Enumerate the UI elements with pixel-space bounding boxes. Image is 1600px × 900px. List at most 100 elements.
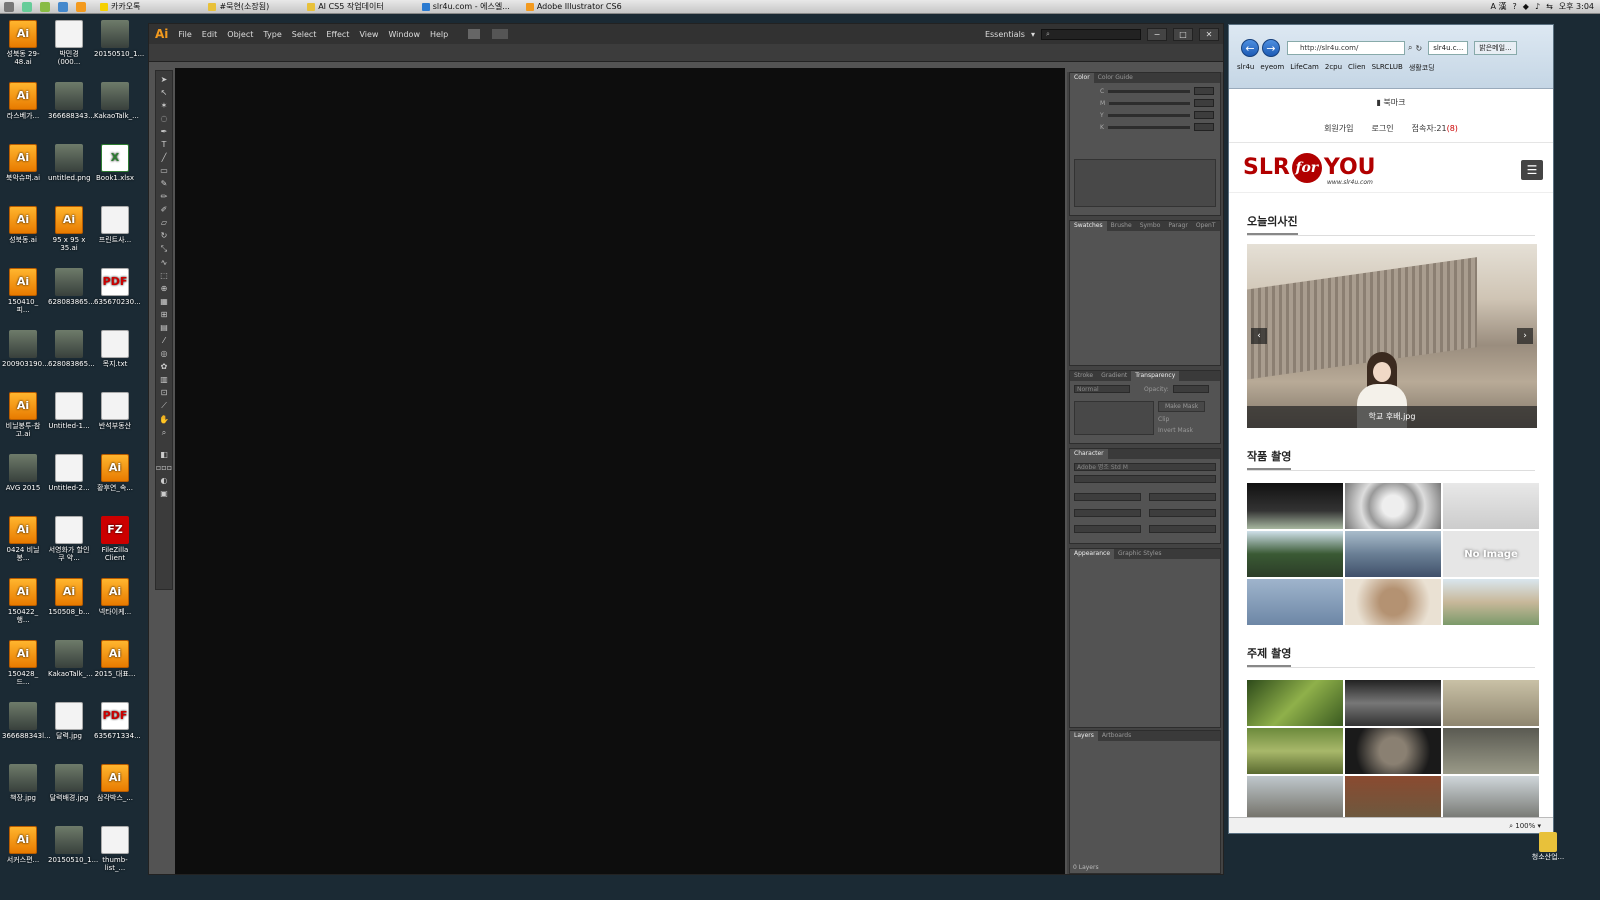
bridge-icon[interactable]	[468, 29, 481, 39]
desktop-icon[interactable]: 628083865...	[48, 330, 95, 368]
zoom-level[interactable]: 100%	[1515, 822, 1535, 830]
desktop-icon[interactable]: Ai 150422_행...	[2, 578, 44, 624]
gallery-thumb[interactable]	[1247, 728, 1343, 774]
desktop-icon[interactable]: 서영화가 할인쿠 약...	[48, 516, 90, 562]
desktop-icon[interactable]: Ai 삼각박스_...	[94, 764, 136, 802]
pen-tool-icon[interactable]: ✒	[161, 127, 168, 136]
forward-button[interactable]: →	[1262, 39, 1280, 57]
gallery-thumb[interactable]	[1247, 483, 1343, 529]
vertical-scale-input[interactable]	[1074, 525, 1141, 533]
artboard-tool-icon[interactable]: ⊡	[161, 388, 168, 397]
cyan-slider[interactable]: C	[1100, 87, 1214, 95]
tab-stroke[interactable]: Stroke	[1070, 371, 1097, 381]
desktop-icon[interactable]: Ai 150428_드...	[2, 640, 44, 686]
gallery-thumb[interactable]	[1247, 776, 1343, 818]
font-family-select[interactable]: Adobe 명조 Std M	[1074, 463, 1216, 471]
slice-tool-icon[interactable]: ⟋	[161, 401, 167, 411]
desktop-icon[interactable]: Ai 95 x 95 x 35.ai	[48, 206, 90, 252]
magic-wand-tool-icon[interactable]: ✶	[161, 101, 168, 110]
help-icon[interactable]: ?	[1513, 2, 1517, 11]
desktop-icon[interactable]: Ai 넥타이케...	[94, 578, 136, 616]
desktop-icon[interactable]: Ai 2015_대표...	[94, 640, 136, 678]
tab-symbols[interactable]: Symbo	[1136, 221, 1165, 231]
desktop-icon[interactable]: Ai 150508_b...	[48, 578, 90, 616]
opacity-input[interactable]	[1172, 385, 1209, 393]
direct-selection-tool-icon[interactable]: ↖	[161, 88, 168, 97]
address-bar[interactable]: http://slr4u.com/	[1287, 41, 1405, 55]
app-icon[interactable]	[40, 1, 50, 12]
fav-clien[interactable]: Clien	[1348, 63, 1366, 73]
language-indicator[interactable]: A 漢	[1491, 1, 1507, 12]
gallery-thumb[interactable]	[1443, 680, 1539, 726]
desktop-icon[interactable]: 반석부동산	[94, 392, 136, 430]
desktop-icon[interactable]: Ai 0424 비닐봉...	[2, 516, 44, 562]
gallery-thumb[interactable]	[1247, 579, 1343, 625]
photo-slider[interactable]: ‹ › 학교 후배.jpg	[1247, 244, 1537, 428]
taskbar-item-kakaotalk[interactable]: 카카오톡	[96, 1, 144, 13]
selection-tool-icon[interactable]: ➤	[161, 75, 168, 84]
desktop-icon[interactable]: 20150510_1...	[48, 826, 98, 864]
menu-help[interactable]: Help	[430, 30, 448, 39]
tab-slr4u[interactable]: slr4u.c...	[1428, 41, 1469, 55]
desktop-icon[interactable]: untitled.png	[48, 144, 91, 182]
app-icon[interactable]	[22, 1, 32, 12]
free-transform-tool-icon[interactable]: ⬚	[160, 271, 168, 280]
leading-input[interactable]	[1149, 493, 1216, 501]
signup-link[interactable]: 회원가입	[1324, 123, 1353, 134]
color-spectrum[interactable]	[1074, 159, 1216, 207]
desktop-icon[interactable]: Ai 북악슈퍼.ai	[2, 144, 44, 182]
maximize-button[interactable]: □	[1173, 27, 1193, 41]
tab-mail[interactable]: 밝은메일...	[1474, 41, 1517, 55]
horizontal-scale-input[interactable]	[1149, 525, 1216, 533]
minimize-button[interactable]: −	[1147, 27, 1167, 41]
gallery-thumb[interactable]	[1345, 680, 1441, 726]
desktop-icon[interactable]: Ai 라스베가...	[2, 82, 44, 120]
desktop-icon[interactable]: 628083865...	[48, 268, 95, 306]
app-icon[interactable]	[58, 1, 68, 12]
tab-color-guide[interactable]: Color Guide	[1094, 73, 1137, 83]
blob-brush-tool-icon[interactable]: ✐	[161, 205, 168, 214]
desktop-icon[interactable]: KakaoTalk_...	[94, 82, 139, 120]
kerning-input[interactable]	[1074, 509, 1141, 517]
menu-select[interactable]: Select	[292, 30, 317, 39]
desktop-icon[interactable]: thumb-list_...	[94, 826, 136, 872]
tab-paragraph[interactable]: Paragr	[1164, 221, 1191, 231]
perspective-grid-tool-icon[interactable]: ▦	[160, 297, 168, 306]
menu-effect[interactable]: Effect	[326, 30, 349, 39]
menu-file[interactable]: File	[178, 30, 191, 39]
tab-appearance[interactable]: Appearance	[1070, 549, 1115, 559]
eyedropper-tool-icon[interactable]: ⁄	[163, 336, 164, 345]
gallery-thumb[interactable]	[1443, 728, 1539, 774]
gallery-thumb[interactable]	[1443, 776, 1539, 818]
desktop-icon[interactable]: 박민경(000...	[48, 20, 90, 66]
desktop-icon[interactable]: 20150510_1...	[94, 20, 144, 58]
desktop-icon[interactable]: 366688343...	[48, 82, 95, 120]
close-button[interactable]: ✕	[1199, 27, 1219, 41]
desktop-icon[interactable]: Untitled-1...	[48, 392, 90, 430]
font-size-input[interactable]	[1074, 493, 1141, 501]
tab-layers[interactable]: Layers	[1070, 731, 1098, 741]
fav-slrclub[interactable]: SLRCLUB	[1372, 63, 1403, 73]
gallery-thumb[interactable]	[1345, 483, 1441, 529]
workspace-switcher[interactable]: Essentials	[985, 30, 1025, 39]
gradient-tool-icon[interactable]: ▤	[160, 323, 168, 332]
desktop-icon[interactable]: Ai 서커스편...	[2, 826, 44, 864]
help-search-input[interactable]: ⌕	[1041, 28, 1141, 40]
taskbar-item-illustrator[interactable]: Adobe Illustrator CS6	[522, 1, 626, 13]
desktop-icon[interactable]: 책장.jpg	[2, 764, 44, 802]
desktop-icon-folder[interactable]: 청소산업...	[1528, 832, 1568, 862]
artboard-canvas[interactable]	[175, 68, 1065, 874]
gallery-thumb[interactable]	[1345, 728, 1441, 774]
back-button[interactable]: ←	[1241, 39, 1259, 57]
prev-arrow-icon[interactable]: ‹	[1251, 328, 1267, 344]
bookmark-link[interactable]: ▮ 북마크	[1229, 90, 1553, 115]
column-graph-tool-icon[interactable]: ▥	[160, 375, 168, 384]
gallery-thumb[interactable]	[1247, 531, 1343, 577]
tab-gradient[interactable]: Gradient	[1097, 371, 1131, 381]
desktop-icon[interactable]: 프린트사...	[94, 206, 136, 244]
make-mask-button[interactable]: Make Mask	[1158, 401, 1206, 412]
zoom-tool-icon[interactable]: ⌕	[162, 428, 166, 438]
desktop-icon[interactable]: FZ FileZilla Client	[94, 516, 136, 562]
fav-2cpu[interactable]: 2cpu	[1325, 63, 1342, 73]
taskbar-item-ie[interactable]: slr4u.com - 에스엘...	[418, 1, 514, 13]
